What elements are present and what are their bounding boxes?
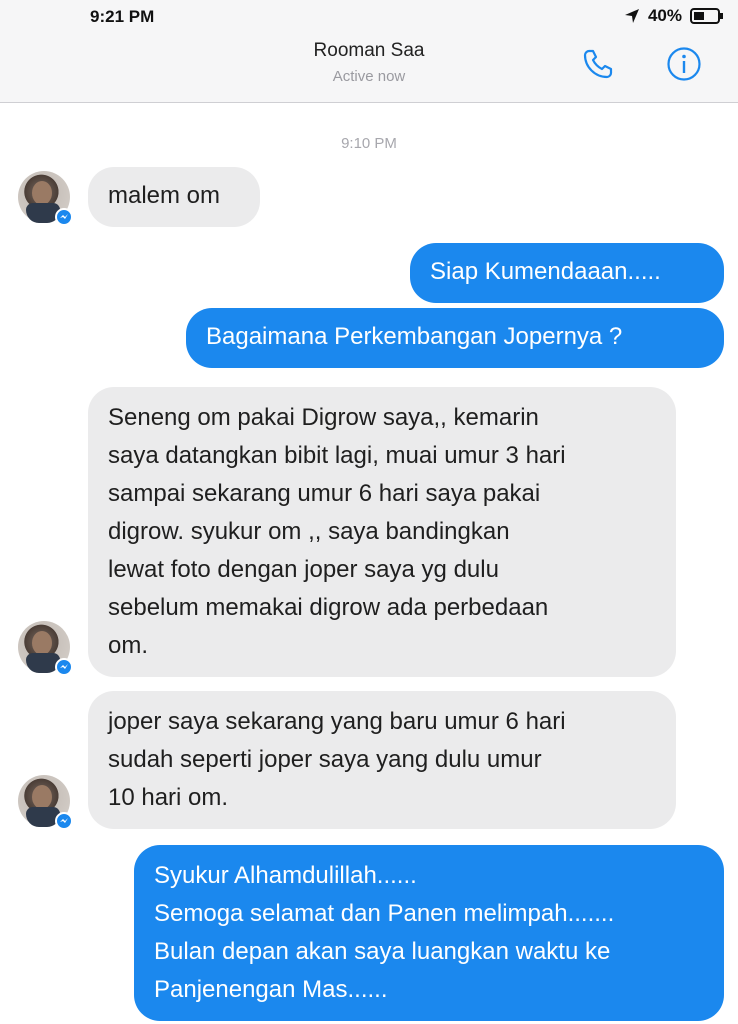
message-line: Syukur Alhamdulillah......	[154, 862, 417, 889]
message-line: sudah seperti joper saya yang dulu umur	[108, 746, 542, 773]
message-bubble-incoming[interactable]: Seneng om pakai Digrow saya,, kemarin sa…	[88, 387, 676, 677]
message-bubble-outgoing[interactable]: Syukur Alhamdulillah...... Semoga selama…	[134, 845, 724, 1021]
message-line: 10 hari om.	[108, 784, 229, 811]
location-arrow-icon	[624, 8, 640, 24]
message-line: joper saya sekarang yang baru umur 6 har…	[108, 708, 566, 735]
contact-avatar[interactable]	[18, 171, 73, 226]
message-line: om.	[108, 632, 149, 659]
message-line: Panjenengan Mas......	[154, 976, 388, 1003]
conversation-header: Rooman Saa Active now	[0, 34, 738, 103]
message-bubble-outgoing[interactable]: Bagaimana Perkembangan Jopernya ?	[186, 308, 724, 368]
contact-name[interactable]: Rooman Saa	[0, 40, 738, 62]
message-line: Bulan depan akan saya luangkan waktu ke	[154, 938, 611, 965]
messenger-badge-icon	[55, 208, 73, 226]
contact-avatar[interactable]	[18, 775, 73, 830]
message-line: digrow. syukur om ,, saya bandingkan	[108, 518, 510, 545]
phone-icon	[581, 47, 615, 86]
message-timestamp: 9:10 PM	[341, 135, 397, 152]
message-text: malem om	[108, 182, 221, 209]
message-line: Seneng om pakai Digrow saya,, kemarin	[108, 404, 539, 431]
message-line: lewat foto dengan joper saya yg dulu	[108, 556, 499, 583]
message-line: sebelum memakai digrow ada perbedaan	[108, 594, 549, 621]
message-line: Semoga selamat dan Panen melimpah.......	[154, 900, 615, 927]
message-line: saya datangkan bibit lagi, muai umur 3 h…	[108, 442, 566, 469]
message-bubble-incoming[interactable]: malem om	[88, 167, 260, 227]
status-time: 9:21 PM	[90, 7, 155, 26]
info-icon	[666, 46, 702, 87]
contact-avatar[interactable]	[18, 621, 73, 676]
call-button[interactable]	[578, 44, 618, 88]
contact-status: Active now	[332, 68, 406, 85]
battery-icon	[690, 8, 724, 24]
status-right: 40%	[624, 6, 724, 26]
message-bubble-incoming[interactable]: joper saya sekarang yang baru umur 6 har…	[88, 691, 676, 829]
message-bubble-outgoing[interactable]: Siap Kumendaaan.....	[410, 243, 724, 303]
messenger-badge-icon	[55, 812, 73, 830]
battery-percent: 40%	[647, 6, 682, 25]
message-text: Siap Kumendaaan.....	[430, 258, 661, 285]
message-text: Bagaimana Perkembangan Jopernya ?	[206, 323, 623, 350]
info-button[interactable]	[664, 44, 704, 88]
message-thread[interactable]: 9:10 PM malem om Siap Kumendaaan..... Ba…	[0, 103, 738, 1024]
status-bar: 9:21 PM 40%	[0, 0, 738, 34]
message-line: sampai sekarang umur 6 hari saya pakai	[108, 480, 541, 507]
messenger-badge-icon	[55, 658, 73, 676]
